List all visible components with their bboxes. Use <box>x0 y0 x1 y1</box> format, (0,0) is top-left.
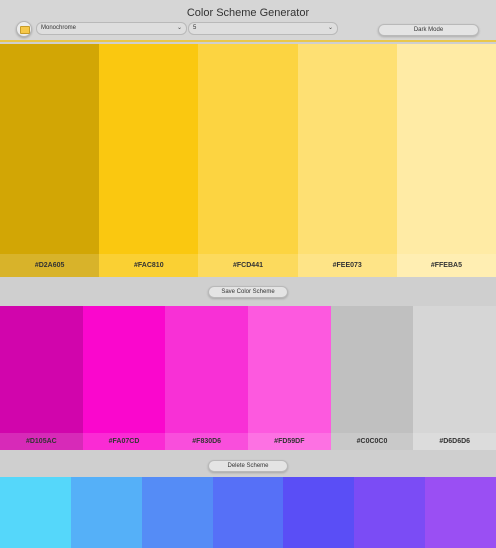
saved-color-2[interactable]: #FA07CD <box>82 306 166 450</box>
color-hex-label: #F830D6 <box>165 433 249 450</box>
saved2-color-1[interactable] <box>0 477 71 548</box>
color-hex-label: #FD59DF <box>248 433 331 450</box>
color-hex-label: #FFEBA5 <box>396 254 496 277</box>
color-hex-label: #FCD441 <box>198 254 298 277</box>
saved2-color-3[interactable] <box>141 477 213 548</box>
chevron-down-icon: ⌄ <box>327 25 333 31</box>
color-hex-label: #FA07CD <box>82 433 166 450</box>
saved2-color-5[interactable] <box>283 477 355 548</box>
palette-color-3[interactable]: #FCD441 <box>198 44 298 277</box>
saved2-color-7[interactable] <box>425 477 496 548</box>
saved-color-5[interactable]: #C0C0C0 <box>330 306 414 450</box>
saved-color-1[interactable]: #D105AC <box>0 306 83 450</box>
saved2-color-6[interactable] <box>354 477 426 548</box>
app-header: Color Scheme Generator Monochrome ⌄ 5 ⌄ … <box>0 0 496 42</box>
saved-palette-1: #D105AC #FA07CD #F830D6 #FD59DF #C0C0C0 … <box>0 306 496 450</box>
color-hex-label: #FAC810 <box>99 254 199 277</box>
saved-color-4[interactable]: #FD59DF <box>248 306 331 450</box>
app-title: Color Scheme Generator <box>186 7 310 19</box>
saved2-color-2[interactable] <box>70 477 142 548</box>
current-palette: #D2A605 #FAC810 #FCD441 #FEE073 #FFEBA5 <box>0 44 496 277</box>
saved-color-6[interactable]: #D6D6D6 <box>413 306 496 450</box>
saved-palette-2 <box>0 477 496 548</box>
palette-color-4[interactable]: #FEE073 <box>297 44 397 277</box>
color-swatch-icon <box>20 26 30 34</box>
color-count-value: 5 <box>193 25 197 31</box>
chevron-down-icon: ⌄ <box>176 25 182 31</box>
color-hex-label: #FEE073 <box>297 254 397 277</box>
palette-color-2[interactable]: #FAC810 <box>99 44 199 277</box>
color-hex-label: #D105AC <box>0 433 83 450</box>
color-hex-label: #C0C0C0 <box>330 433 414 450</box>
dark-mode-button[interactable]: Dark Mode <box>378 24 479 36</box>
scheme-mode-value: Monochrome <box>41 25 77 31</box>
color-hex-label: #D6D6D6 <box>413 433 496 450</box>
delete-scheme-button[interactable]: Delete Scheme <box>208 460 288 472</box>
scheme-mode-select[interactable]: Monochrome ⌄ <box>36 22 187 35</box>
saved2-color-4[interactable] <box>212 477 284 548</box>
palette-color-1[interactable]: #D2A605 <box>0 44 100 277</box>
color-picker-button[interactable] <box>16 21 32 37</box>
palette-color-5[interactable]: #FFEBA5 <box>396 44 496 277</box>
save-color-scheme-button[interactable]: Save Color Scheme <box>208 286 288 298</box>
saved-color-3[interactable]: #F830D6 <box>165 306 249 450</box>
color-count-select[interactable]: 5 ⌄ <box>188 22 338 35</box>
color-hex-label: #D2A605 <box>0 254 100 277</box>
